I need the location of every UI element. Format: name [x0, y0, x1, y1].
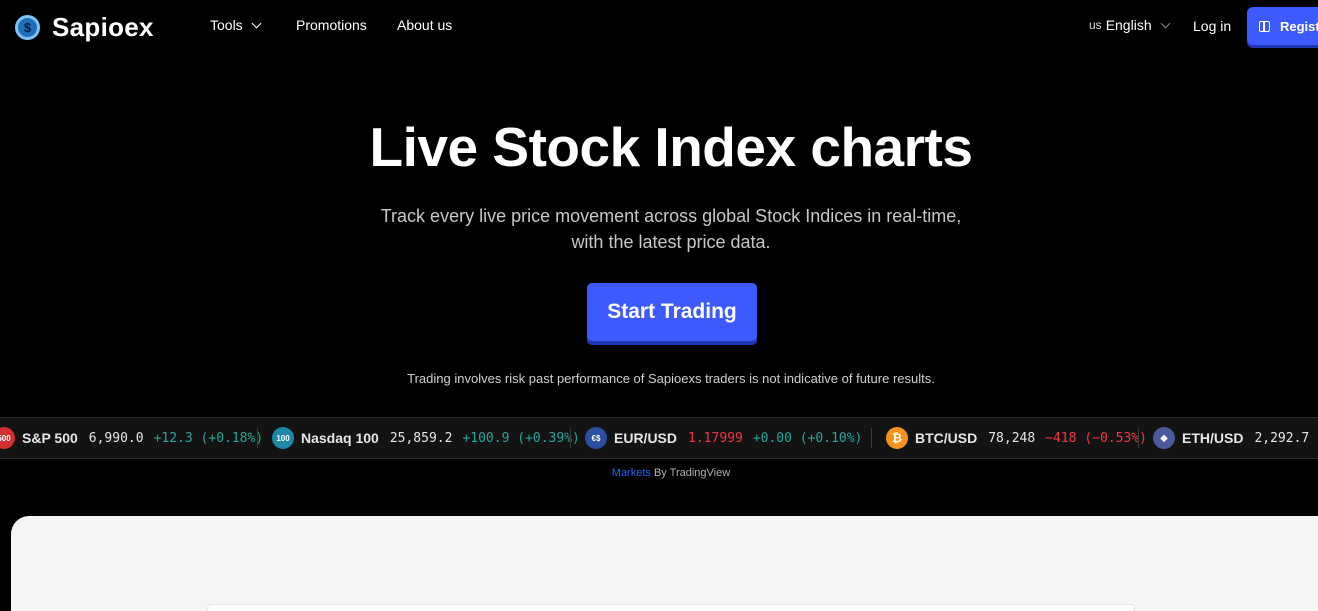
- ticker-price: 78,248: [988, 430, 1036, 446]
- ticker-item-sp500[interactable]: 500 S&P 500 6,990.0 +12.3 (+0.18%): [0, 418, 263, 458]
- ticker-symbol: BTC/USD: [915, 430, 978, 446]
- nav-promotions-link[interactable]: Promotions: [296, 17, 367, 33]
- eurusd-flag-icon: €$: [585, 427, 607, 449]
- ticker-symbol: S&P 500: [22, 430, 78, 446]
- us-flag-icon: us: [1089, 18, 1102, 32]
- risk-disclaimer: Trading involves risk past performance o…: [407, 371, 935, 386]
- login-link[interactable]: Log in: [1193, 18, 1231, 34]
- markets-link[interactable]: Markets: [612, 467, 651, 479]
- brand-logo[interactable]: $ Sapioex: [15, 12, 154, 43]
- ticker-change: +100.9 (+0.39%): [462, 430, 580, 446]
- language-label: English: [1105, 17, 1152, 33]
- ethereum-icon: ◆: [1153, 427, 1175, 449]
- start-trading-button[interactable]: Start Trading: [587, 283, 757, 341]
- ticker-item-ethusd[interactable]: ◆ ETH/USD 2,292.7 −: [1153, 418, 1318, 458]
- ticker-separator: [257, 428, 258, 448]
- ticker-price: 2,292.7: [1254, 430, 1310, 446]
- nav-tools-menu[interactable]: Tools: [210, 17, 262, 33]
- top-navigation: $ Sapioex Tools Promotions About us us E…: [0, 0, 1318, 52]
- ticker-symbol: ETH/USD: [1182, 430, 1244, 446]
- ticker-symbol: EUR/USD: [614, 430, 678, 446]
- ticker-item-btcusd[interactable]: ₿ BTC/USD 78,248 −418 (−0.53%): [886, 418, 1147, 458]
- sp500-icon: 500: [0, 427, 15, 449]
- logo-icon: $: [15, 15, 40, 40]
- chevron-down-icon: [251, 18, 262, 28]
- page-title: Live Stock Index charts: [369, 116, 973, 178]
- chevron-down-icon: [1160, 18, 1171, 28]
- attribution-text: By TradingView: [650, 467, 731, 479]
- ticker-price: 1.17999: [688, 430, 743, 446]
- language-selector[interactable]: us English: [1089, 17, 1171, 33]
- ticker-symbol: Nasdaq 100: [301, 430, 379, 446]
- market-ticker-tape[interactable]: 500 S&P 500 6,990.0 +12.3 (+0.18%) 100 N…: [0, 417, 1318, 459]
- nasdaq-icon: 100: [272, 427, 294, 449]
- nav-tools-label: Tools: [210, 17, 243, 33]
- hero-subtitle: Track every live price movement across g…: [0, 203, 1318, 255]
- bitcoin-icon: ₿: [886, 427, 908, 449]
- brand-name: Sapioex: [52, 12, 154, 42]
- content-panel: [11, 516, 1318, 611]
- ticker-change: +12.3 (+0.18%): [153, 430, 264, 446]
- register-button[interactable]: Registe: [1247, 7, 1318, 45]
- ticker-separator: [1138, 428, 1139, 448]
- ticker-item-nasdaq[interactable]: 100 Nasdaq 100 25,859.2 +100.9 (+0.39%): [272, 418, 580, 458]
- nav-about-link[interactable]: About us: [397, 17, 452, 33]
- gift-icon: [1259, 20, 1270, 32]
- ticker-change: −418 (−0.53%): [1045, 430, 1147, 446]
- content-panel-inner: [207, 604, 1135, 611]
- ticker-separator: [570, 428, 571, 448]
- ticker-price: 25,859.2: [389, 430, 453, 446]
- register-label: Registe: [1280, 18, 1318, 34]
- hero-subtitle-line-1: Track every live price movement across g…: [380, 206, 962, 226]
- ticker-change: +0.00 (+0.10%): [752, 430, 863, 446]
- ticker-price: 6,990.0: [88, 430, 144, 446]
- ticker-separator: [871, 428, 872, 448]
- tradingview-attribution: Markets By TradingView: [0, 467, 1318, 479]
- ticker-item-eurusd[interactable]: €$ EUR/USD 1.17999 +0.00 (+0.10%): [585, 418, 862, 458]
- hero-subtitle-line-2: with the latest price data.: [571, 232, 771, 252]
